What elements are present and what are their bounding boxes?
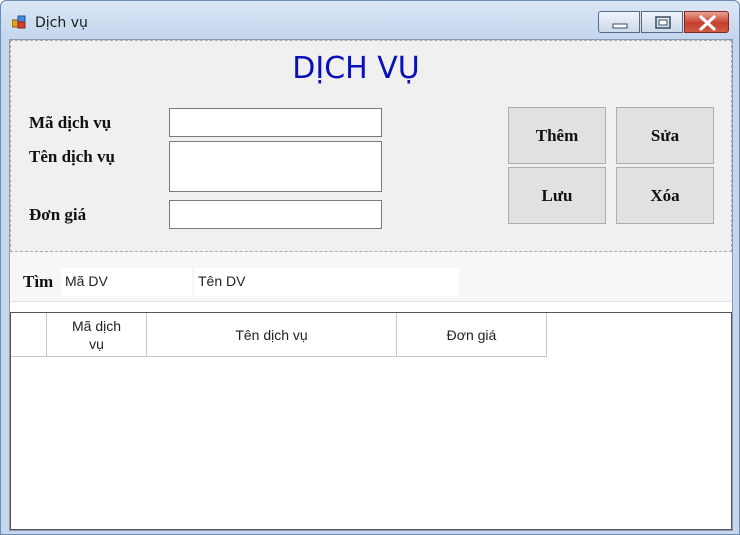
edit-button[interactable]: Sửa bbox=[616, 107, 714, 164]
search-panel: Tìm Mã DV Tên DV bbox=[10, 252, 732, 302]
title-bar[interactable]: Dịch vụ bbox=[1, 1, 739, 39]
maximize-button[interactable] bbox=[641, 11, 683, 33]
minimize-button[interactable] bbox=[598, 11, 640, 33]
column-header-name[interactable]: Tên dịch vụ bbox=[147, 313, 397, 357]
add-button[interactable]: Thêm bbox=[508, 107, 606, 164]
column-header-price[interactable]: Đơn giá bbox=[397, 313, 547, 357]
search-label: Tìm bbox=[23, 272, 54, 291]
form-client-area: DỊCH VỤ Mã dịch vụ Tên dịch vụ Đơn giá T… bbox=[9, 39, 733, 531]
grid-header-row: Mã dịch vụ Tên dịch vụ Đơn giá bbox=[11, 313, 547, 357]
minimize-icon bbox=[612, 23, 628, 29]
column-header-price-label: Đơn giá bbox=[446, 326, 497, 343]
service-code-input[interactable] bbox=[169, 108, 382, 137]
service-name-label: Tên dịch vụ bbox=[29, 147, 115, 166]
maximize-icon bbox=[655, 16, 671, 29]
window-title: Dịch vụ bbox=[35, 15, 88, 31]
service-input-panel: DỊCH VỤ Mã dịch vụ Tên dịch vụ Đơn giá T… bbox=[10, 40, 732, 252]
service-name-input[interactable] bbox=[169, 141, 382, 192]
row-header-corner[interactable] bbox=[11, 313, 47, 357]
column-header-code[interactable]: Mã dịch vụ bbox=[47, 313, 147, 357]
app-window-icon bbox=[12, 15, 26, 29]
price-input[interactable] bbox=[169, 200, 382, 229]
save-button[interactable]: Lưu bbox=[508, 167, 606, 224]
service-data-grid[interactable]: Mã dịch vụ Tên dịch vụ Đơn giá bbox=[10, 312, 732, 530]
form-heading: DỊCH VỤ bbox=[292, 51, 420, 86]
column-header-code-label: Mã dịch vụ bbox=[71, 317, 122, 352]
column-header-name-label: Tên dịch vụ bbox=[235, 326, 308, 343]
search-code-input[interactable]: Mã DV bbox=[61, 268, 192, 296]
search-name-input[interactable]: Tên DV bbox=[194, 268, 459, 296]
price-label: Đơn giá bbox=[29, 205, 87, 224]
service-code-label: Mã dịch vụ bbox=[29, 113, 112, 132]
close-button[interactable] bbox=[684, 11, 729, 33]
delete-button[interactable]: Xóa bbox=[616, 167, 714, 224]
app-window: Dịch vụ DỊCH VỤ Mã dịch vụ Tên dịch vụ Đ… bbox=[0, 0, 740, 535]
close-icon bbox=[699, 15, 716, 31]
